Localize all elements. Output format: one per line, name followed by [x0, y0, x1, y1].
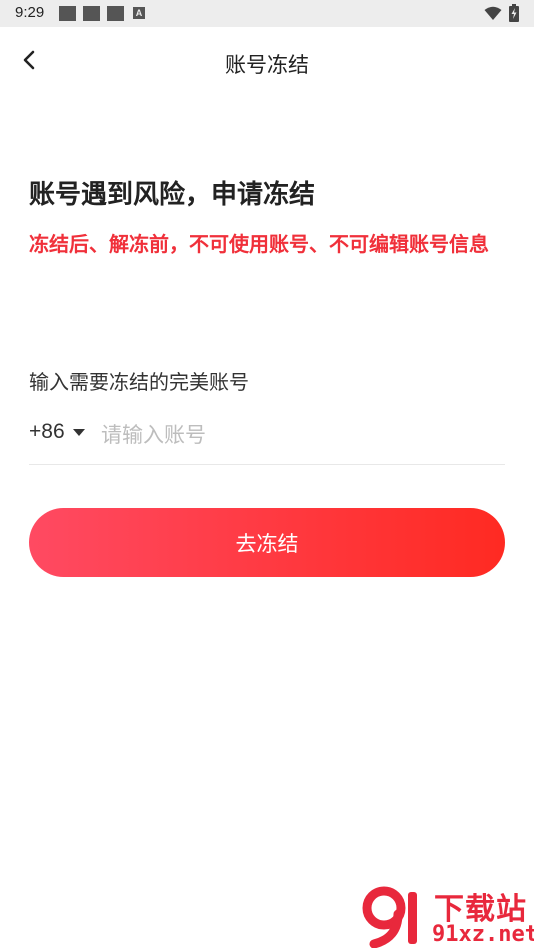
- watermark: 下载站 91xz.net: [360, 880, 534, 950]
- screen: 9:29 A 账号冻结 账号遇到风险，申请冻结 冻结后、解冻前，不可使用账号、不…: [0, 0, 534, 950]
- a-notification-icon: A: [133, 7, 145, 19]
- country-code-selector[interactable]: +86: [29, 420, 85, 444]
- watermark-logo-icon: [362, 886, 417, 948]
- notification-square-icon: [107, 6, 124, 21]
- caret-down-icon: [72, 428, 85, 436]
- page-title: 账号冻结: [225, 53, 309, 77]
- notification-square-icon: [83, 6, 100, 21]
- account-input-label: 输入需要冻结的完美账号: [29, 370, 249, 394]
- header: 账号冻结: [0, 27, 534, 97]
- status-bar: 9:29 A: [0, 0, 534, 27]
- battery-icon: [509, 4, 519, 26]
- freeze-warning: 冻结后、解冻前，不可使用账号、不可编辑账号信息: [29, 232, 489, 256]
- notification-square-icon: [59, 6, 76, 21]
- headline: 账号遇到风险，申请冻结: [29, 180, 316, 210]
- freeze-button[interactable]: 去冻结: [29, 508, 505, 577]
- status-time: 9:29: [15, 4, 45, 21]
- wifi-icon: [484, 6, 502, 25]
- watermark-url: 91xz.net: [432, 922, 534, 947]
- phone-input-row: +86: [29, 412, 505, 465]
- country-code: +86: [29, 420, 65, 443]
- account-input[interactable]: [101, 416, 491, 454]
